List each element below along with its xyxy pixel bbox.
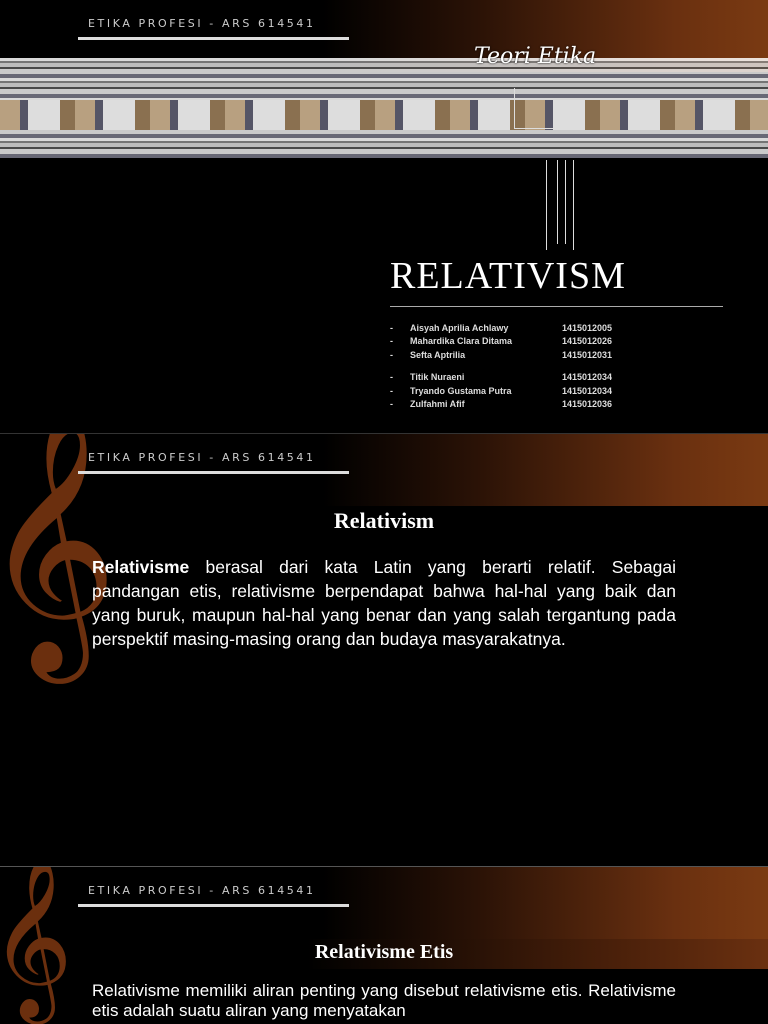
presentation-title: RELATIVISM [390, 255, 626, 297]
member-row: - Zulfahmi Afif 1415012036 [390, 398, 612, 412]
slide-relativism: 𝄞 ETIKA PROFESI - ARS 614541 Relativism … [0, 433, 768, 865]
course-header: ETIKA PROFESI - ARS 614541 [88, 451, 316, 464]
title-divider [390, 306, 723, 307]
course-header: ETIKA PROFESI - ARS 614541 [88, 17, 316, 30]
treble-clef-icon: 𝄞 [0, 867, 73, 1007]
member-name: Aisyah Aprilia Achlawy [410, 322, 509, 333]
member-row: - Mahardika Clara Ditama 1415012026 [390, 335, 612, 349]
term: Relativisme [92, 557, 190, 577]
header-divider [78, 904, 349, 907]
member-name: Sefta Aptrilia [410, 349, 466, 360]
slide-body: Relativisme berasal dari kata Latin yang… [92, 555, 676, 651]
header-divider [78, 471, 349, 474]
member-id: 1415012005 [562, 322, 613, 333]
member-list: - Aisyah Aprilia Achlawy 1415012005 - Mahar… [390, 321, 612, 411]
member-row: - Sefta Aptrilia 1415012031 [390, 348, 612, 362]
bullet: - [390, 372, 393, 383]
member-id: 1415012026 [562, 336, 613, 347]
deco-line [514, 128, 564, 129]
member-id: 1415012034 [562, 385, 613, 396]
member-row: - Tryando Gustama Putra 1415012034 [390, 384, 612, 398]
header-divider [78, 37, 349, 40]
slide-title: Relativism [333, 508, 435, 533]
deco-line [546, 160, 547, 250]
bullet: - [390, 385, 393, 396]
header-band [0, 867, 768, 939]
member-name: Zulfahmi Afif [410, 399, 465, 410]
member-id: 1415012034 [562, 372, 613, 383]
bullet: - [390, 399, 393, 410]
deco-line [514, 88, 515, 129]
course-header: ETIKA PROFESI - ARS 614541 [88, 884, 316, 897]
deco-line [573, 160, 574, 250]
member-name: Mahardika Clara Ditama [410, 336, 513, 347]
slide-subtitle: Teori Etika [474, 44, 597, 69]
slide-body: Relativisme memiliki aliran penting yang… [92, 981, 676, 1020]
slide-relativisme-etis: 𝄞 ETIKA PROFESI - ARS 614541 Relativisme… [0, 866, 768, 1024]
banner-image-strip [0, 100, 768, 130]
bullet: - [390, 336, 393, 347]
bullet: - [390, 349, 393, 360]
member-row: - Aisyah Aprilia Achlawy 1415012005 [390, 321, 612, 335]
member-row: - Titik Nuraeni 1415012034 [390, 371, 612, 385]
slide-title: Relativisme Etis [314, 941, 454, 963]
member-id: 1415012031 [562, 349, 613, 360]
deco-line [557, 160, 558, 244]
slide-title: ETIKA PROFESI - ARS 614541 Teori Etika R… [0, 0, 768, 432]
bullet: - [390, 322, 393, 333]
member-name: Titik Nuraeni [410, 372, 465, 383]
member-name: Tryando Gustama Putra [410, 385, 512, 396]
member-id: 1415012036 [562, 399, 613, 410]
deco-line [565, 160, 566, 244]
